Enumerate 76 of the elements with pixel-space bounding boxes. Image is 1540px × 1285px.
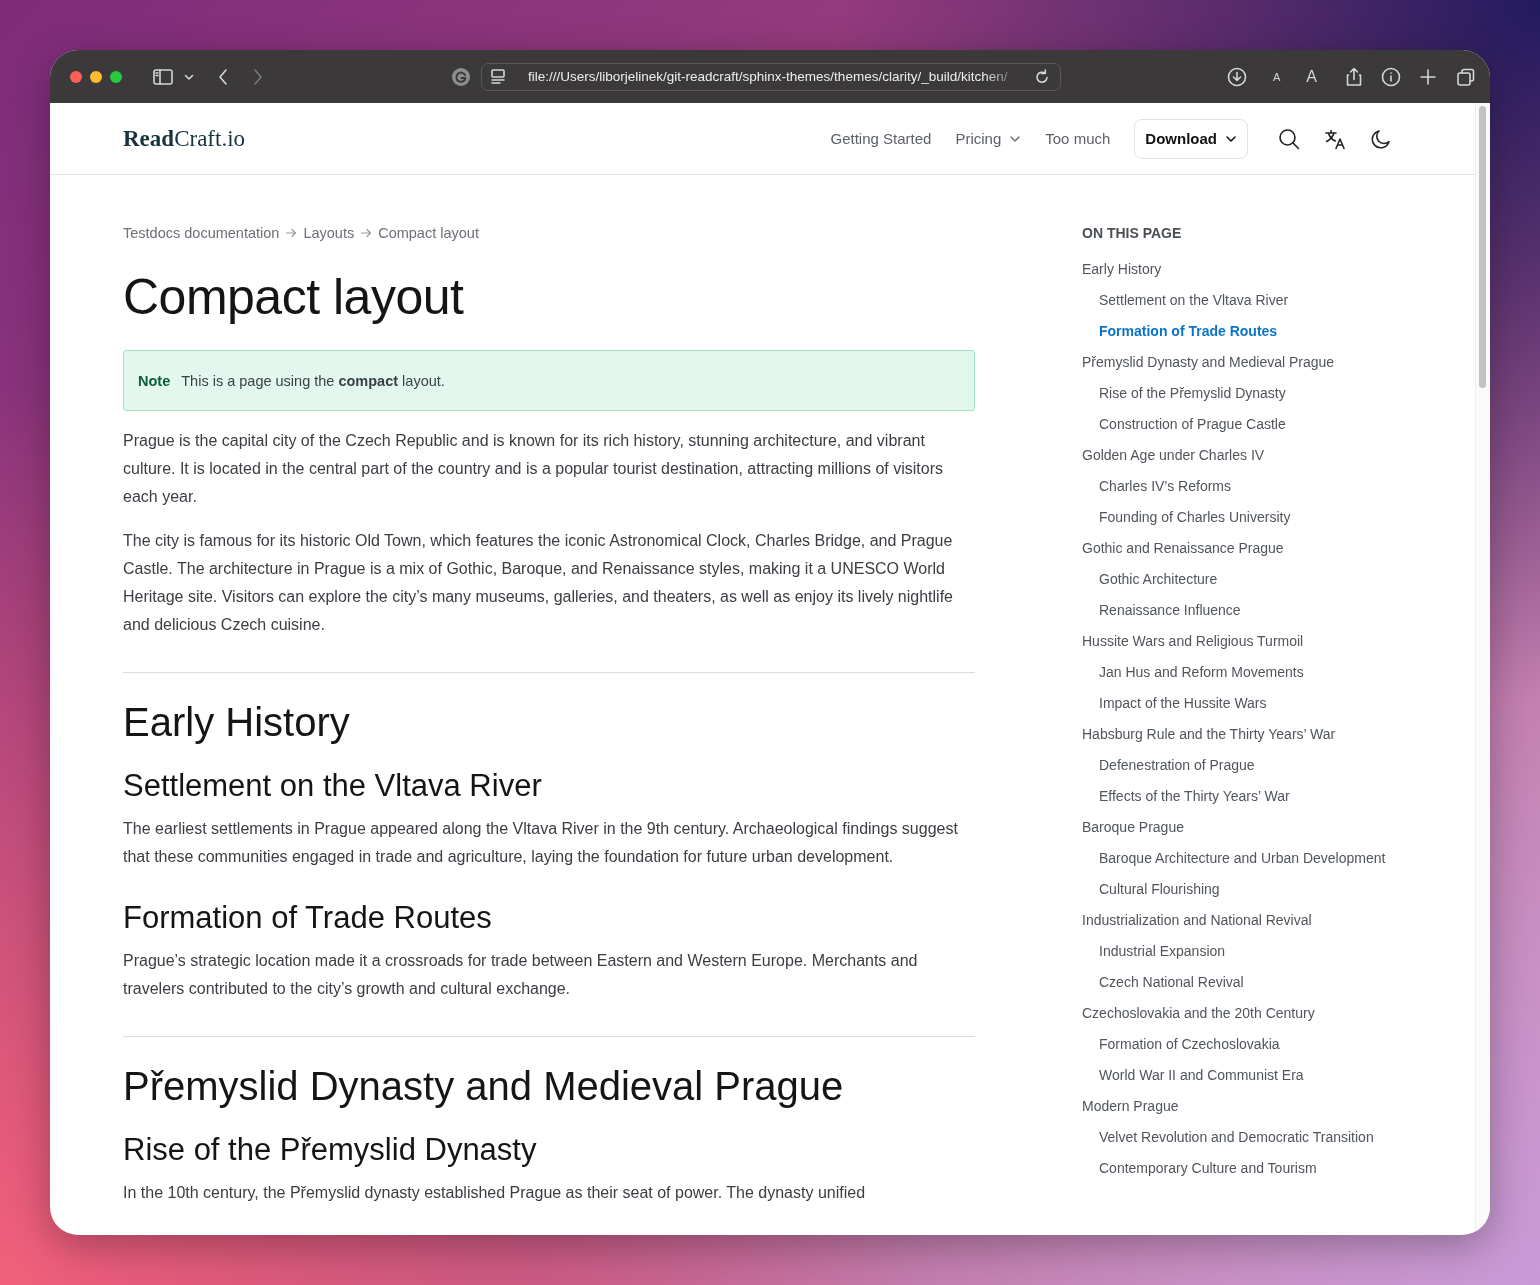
scrollbar[interactable]	[1479, 106, 1486, 388]
nav-link[interactable]: Too much	[1045, 130, 1111, 147]
toc-link[interactable]: Velvet Revolution and Democratic Transition	[1099, 1122, 1374, 1153]
address-bar[interactable]: file:///Users/liborjelinek/git-readcraft/sphinx-themes/themes/clarity/_build/kitchen/	[481, 62, 1061, 91]
paragraph: The city is famous for its historic Old Town, which features the iconic Astronomical Clock, Charles Bridge, and Prague Castle. The architecture in Prague is a mix of Gothic, Baroque, and Renaissance styles, making it a UNESCO World Heritage site. Visitors can explore the city’s many museums, galleries, and theaters, as well as enjoy its lively nightlife and delicious Czech cuisine.	[123, 531, 954, 635]
toc-link[interactable]: Industrial Expansion	[1099, 936, 1226, 967]
text-smaller-button[interactable]: A	[1273, 70, 1281, 83]
plus-icon[interactable]	[1419, 67, 1437, 86]
site-logo[interactable]: ReadCraft.io	[123, 125, 246, 152]
toc-link[interactable]: Early History	[1082, 254, 1162, 285]
tabs-icon[interactable]	[1457, 67, 1475, 86]
toc-link[interactable]: Settlement on the Vltava River	[1099, 285, 1289, 316]
toc-link[interactable]: Contemporary Culture and Tourism	[1099, 1153, 1317, 1184]
reload-icon[interactable]	[1034, 68, 1050, 85]
subsection-heading: Rise of the Přemyslid Dynasty	[123, 1132, 538, 1168]
subsection-heading: Formation of Trade Routes	[123, 900, 493, 936]
breadcrumb-link[interactable]: Testdocs documentation	[123, 225, 280, 241]
back-icon[interactable]	[217, 67, 229, 86]
toc-link[interactable]: Charles IV’s Reforms	[1099, 471, 1231, 502]
arrow-icon	[360, 227, 373, 239]
moon-icon[interactable]	[1370, 127, 1392, 150]
toc-link[interactable]: World War II and Communist Era	[1099, 1060, 1304, 1091]
section-heading: Early History	[123, 699, 351, 745]
nav-dropdown[interactable]: Pricing	[955, 130, 1022, 147]
toc-link[interactable]: Defenestration of Prague	[1099, 750, 1255, 781]
toc-link[interactable]: Baroque Prague	[1082, 812, 1184, 843]
note-text: This is a page using the compact layout.	[181, 372, 445, 389]
toc-link[interactable]: Renaissance Influence	[1099, 595, 1241, 626]
sidebar-icon[interactable]	[153, 67, 173, 86]
paragraph: In the 10th century, the Přemyslid dynasty established Prague as their seat of power. The dynasty unified	[123, 1183, 867, 1203]
page-menu-icon[interactable]	[490, 68, 506, 85]
text-larger-button[interactable]: A	[1306, 67, 1317, 86]
translate-icon[interactable]	[1324, 127, 1346, 150]
toc-link[interactable]: Přemyslid Dynasty and Medieval Prague	[1082, 347, 1335, 378]
arrow-icon	[285, 227, 298, 239]
url-text: file:///Users/liborjelinek/git-readcraft/sphinx-themes/themes/clarity/_build/kitchen/	[528, 69, 1009, 84]
toc-link[interactable]: Rise of the Přemyslid Dynasty	[1099, 378, 1286, 409]
paragraph: Prague’s strategic location made it a crossroads for trade between Eastern and Western Europe. Merchants and travelers contributed to the city’s growth and cultural exchange.	[123, 951, 919, 999]
toc-link[interactable]: Hussite Wars and Religious Turmoil	[1082, 626, 1304, 657]
share-icon[interactable]	[1344, 66, 1364, 87]
toc-link[interactable]: Gothic and Renaissance Prague	[1082, 533, 1284, 564]
close-button[interactable]	[70, 70, 82, 83]
toc-link[interactable]: Czechoslovakia and the 20th Century	[1082, 998, 1315, 1029]
paragraph: Prague is the capital city of the Czech Republic and is known for its rich history, stunning architecture, and vibrant culture. It is located in the central part of the country and is a popular tourist destination, attracting millions of visitors each year.	[123, 431, 944, 507]
toc-link[interactable]: Founding of Charles University	[1099, 502, 1291, 533]
minimize-button[interactable]	[90, 70, 102, 83]
toc-title: ON THIS PAGE	[1082, 224, 1183, 243]
toc-link[interactable]: Industrialization and National Revival	[1082, 905, 1312, 936]
paragraph: The earliest settlements in Prague appeared along the Vltava River in the 9th century. Archaeological findings suggest that these communities engaged in trade and agriculture, laying the foundation for future urban development.	[123, 819, 959, 867]
toc-link[interactable]: Modern Prague	[1082, 1091, 1179, 1122]
breadcrumb-link[interactable]: Layouts	[303, 225, 355, 241]
toc-link[interactable]: Impact of the Hussite Wars	[1099, 688, 1267, 719]
toc-link[interactable]: Jan Hus and Reform Movements	[1099, 657, 1304, 688]
breadcrumb-link[interactable]: Compact layout	[378, 225, 479, 241]
search-icon[interactable]	[1278, 127, 1300, 150]
info-icon[interactable]	[1381, 66, 1401, 87]
toc-link[interactable]: Czech National Revival	[1099, 967, 1244, 998]
page-title: Compact layout	[123, 269, 465, 325]
toc-link[interactable]: Habsburg Rule and the Thirty Years’ War	[1082, 719, 1336, 750]
toc-link[interactable]: Formation of Czechoslovakia	[1099, 1029, 1280, 1060]
download-icon[interactable]	[1227, 66, 1247, 87]
note-label: Note	[138, 372, 171, 389]
toc-link[interactable]: Cultural Flourishing	[1099, 874, 1220, 905]
toc-link[interactable]: Baroque Architecture and Urban Development	[1099, 843, 1386, 874]
download-button[interactable]: Download	[1134, 118, 1248, 159]
toc-link[interactable]: Formation of Trade Routes	[1099, 316, 1278, 347]
forward-icon[interactable]	[252, 67, 264, 86]
toc-link[interactable]: Effects of the Thirty Years’ War	[1099, 781, 1290, 812]
zoom-button[interactable]	[110, 70, 122, 83]
nav-link[interactable]: Getting Started	[830, 130, 932, 147]
subsection-heading: Settlement on the Vltava River	[123, 768, 543, 804]
extension-icon[interactable]	[451, 66, 471, 87]
toc-link[interactable]: Gothic Architecture	[1099, 564, 1218, 595]
toc-link[interactable]: Construction of Prague Castle	[1099, 409, 1286, 440]
toc-link[interactable]: Golden Age under Charles IV	[1082, 440, 1265, 471]
section-heading: Přemyslid Dynasty and Medieval Prague	[123, 1063, 845, 1109]
